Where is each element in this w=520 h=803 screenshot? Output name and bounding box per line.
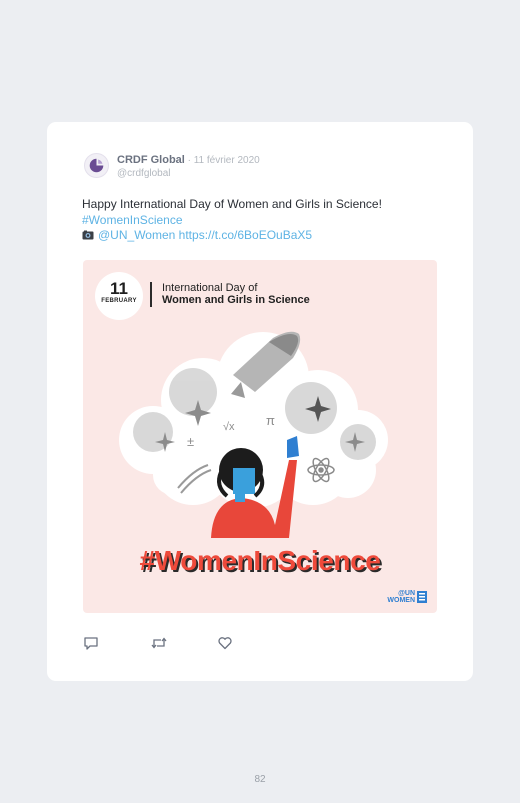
date-badge: 11 FEBRUARY	[95, 272, 143, 320]
un-women-emblem-icon	[417, 591, 427, 603]
tweet-media-image[interactable]: π √x ± 11 FEBRUARY International Day of …	[83, 260, 437, 613]
reply-icon	[84, 637, 98, 650]
event-title-line1: International Day of	[162, 282, 258, 294]
hashtag-link[interactable]: #WomenInScience	[82, 213, 442, 229]
tweet-date[interactable]: 11 février 2020	[194, 155, 260, 166]
title-divider	[150, 282, 152, 307]
un-women-logo: @UN WOMEN	[387, 590, 427, 604]
author-handle[interactable]: @crdfglobal	[117, 167, 260, 180]
big-hashtag: #WomenInScience	[139, 545, 381, 576]
badge-month: FEBRUARY	[101, 298, 137, 304]
like-button[interactable]	[217, 635, 233, 651]
tweet-text-line: Happy International Day of Women and Gir…	[82, 197, 382, 211]
retweet-button[interactable]	[150, 635, 167, 651]
crdf-logo-icon	[89, 158, 104, 173]
avatar[interactable]	[84, 153, 109, 178]
event-title: International Day of Women and Girls in …	[162, 282, 310, 306]
mention-link[interactable]: @UN_Women	[98, 228, 175, 242]
svg-text:π: π	[266, 413, 275, 428]
camera-emoji-icon	[82, 230, 94, 240]
logo-line2: WOMEN	[387, 597, 415, 604]
tweet-card: CRDF Global · 11 février 2020 @crdfgloba…	[47, 122, 473, 681]
author-block: CRDF Global · 11 février 2020 @crdfgloba…	[117, 152, 260, 180]
badge-day: 11	[110, 279, 128, 298]
tweet-actions	[83, 635, 284, 651]
url-link[interactable]: https://t.co/6BoEOuBaX5	[179, 228, 312, 242]
tweet-text: Happy International Day of Women and Gir…	[82, 197, 442, 244]
event-title-line2: Women and Girls in Science	[162, 294, 310, 306]
page-number: 82	[254, 774, 266, 785]
tweet-header: CRDF Global · 11 février 2020 @crdfgloba…	[84, 152, 260, 180]
author-name[interactable]: CRDF Global	[117, 154, 185, 166]
like-icon	[218, 637, 232, 650]
reply-button[interactable]	[83, 635, 99, 651]
logo-line1: @UN	[398, 590, 415, 597]
svg-text:±: ±	[187, 434, 194, 449]
retweet-icon	[151, 637, 167, 649]
svg-text:√x: √x	[223, 421, 235, 433]
meta-separator: ·	[184, 155, 194, 166]
